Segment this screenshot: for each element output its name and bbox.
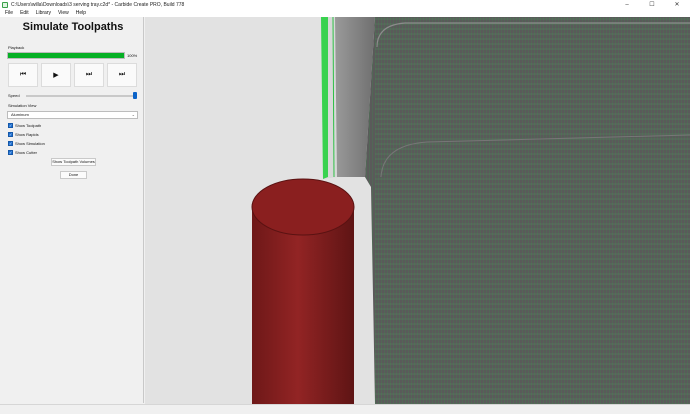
- maximize-button[interactable]: ☐: [641, 0, 663, 9]
- step-forward-button[interactable]: ⏭: [74, 63, 104, 87]
- minimize-button[interactable]: –: [616, 0, 638, 9]
- simulation-render: [145, 17, 690, 404]
- show-rapids-checkbox[interactable]: ✓ Show Rapids: [8, 131, 39, 138]
- cutter-tool: [251, 178, 355, 404]
- simulation-view-select[interactable]: Aluminum ⌄: [7, 111, 138, 119]
- show-cutter-checkbox[interactable]: ✓ Show Cutter: [8, 149, 37, 156]
- simulate-panel: Simulate Toolpaths Playback 100% ⏮ ▶ ⏭ ⏭…: [2, 17, 144, 403]
- playback-progress[interactable]: [7, 52, 125, 59]
- check-icon: ✓: [8, 132, 13, 137]
- progress-text: 100%: [127, 53, 138, 58]
- menu-edit[interactable]: Edit: [20, 10, 29, 16]
- chevron-down-icon: ⌄: [131, 112, 135, 117]
- check-icon: ✓: [8, 141, 13, 146]
- check-icon: ✓: [8, 150, 13, 155]
- 3d-viewport[interactable]: [145, 17, 690, 404]
- stock-material: [321, 17, 690, 404]
- menu-file[interactable]: File: [5, 10, 13, 16]
- panel-title: Simulate Toolpaths: [22, 21, 124, 33]
- play-button[interactable]: ▶: [41, 63, 71, 87]
- simulation-view-value: Aluminum: [11, 112, 29, 117]
- rewind-button[interactable]: ⏮: [8, 63, 38, 87]
- status-bar: [0, 404, 690, 414]
- show-rapids-label: Show Rapids: [15, 132, 39, 137]
- check-icon: ✓: [8, 123, 13, 128]
- progress-fill: [8, 53, 124, 58]
- simulation-view-label: Simulation View: [8, 103, 37, 108]
- menu-help[interactable]: Help: [76, 10, 86, 16]
- speed-slider-handle[interactable]: [133, 92, 137, 99]
- show-toolpath-checkbox[interactable]: ✓ Show Toolpath: [8, 122, 41, 129]
- speed-slider-track[interactable]: [26, 95, 136, 97]
- done-button[interactable]: Done: [60, 171, 87, 179]
- step-forward-icon: ⏭: [85, 71, 93, 78]
- playback-label: Playback: [8, 45, 25, 50]
- close-button[interactable]: ✕: [666, 0, 688, 9]
- show-simulation-label: Show Simulation: [15, 141, 45, 146]
- window-title: C:\Users\willa\Downloads\3 serving tray.…: [11, 1, 185, 8]
- show-toolpath-label: Show Toolpath: [15, 123, 42, 128]
- skip-to-end-button[interactable]: ⏭: [107, 63, 137, 87]
- speed-label: Speed: [8, 93, 20, 98]
- show-simulation-checkbox[interactable]: ✓ Show Simulation: [8, 140, 45, 147]
- show-toolpath-volumes-button[interactable]: Show Toolpath Volumes: [51, 158, 96, 166]
- app-icon: [2, 1, 8, 8]
- rewind-icon: ⏮: [19, 71, 27, 78]
- title-bar: C:\Users\willa\Downloads\3 serving tray.…: [0, 0, 690, 9]
- play-icon: ▶: [53, 72, 59, 79]
- menu-view[interactable]: View: [58, 10, 69, 16]
- skip-to-end-icon: ⏭: [118, 71, 126, 78]
- show-cutter-label: Show Cutter: [15, 150, 38, 155]
- menu-library[interactable]: Library: [36, 10, 51, 16]
- menu-bar: File Edit Library View Help: [0, 9, 690, 17]
